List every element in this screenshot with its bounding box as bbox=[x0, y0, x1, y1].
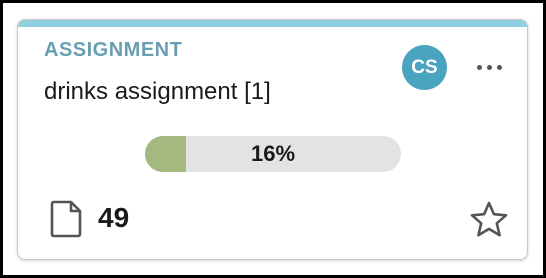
card-accent-bar bbox=[18, 20, 527, 27]
assignment-card[interactable]: ASSIGNMENT drinks assignment [1] CS 16% … bbox=[17, 19, 528, 260]
card-title[interactable]: drinks assignment [1] bbox=[44, 78, 271, 106]
progress-label: 16% bbox=[250, 141, 296, 166]
document-count: 49 bbox=[98, 202, 130, 233]
document-icon bbox=[50, 200, 82, 238]
card-type-label: ASSIGNMENT bbox=[44, 39, 183, 61]
progress-bar: 16% bbox=[145, 136, 401, 172]
star-outline-icon[interactable] bbox=[469, 200, 509, 240]
screenshot-frame: ASSIGNMENT drinks assignment [1] CS 16% … bbox=[0, 0, 546, 278]
more-horizontal-icon bbox=[474, 64, 504, 70]
more-options-button[interactable] bbox=[472, 54, 506, 80]
avatar[interactable]: CS bbox=[402, 45, 447, 90]
avatar-initials: CS bbox=[411, 56, 438, 78]
